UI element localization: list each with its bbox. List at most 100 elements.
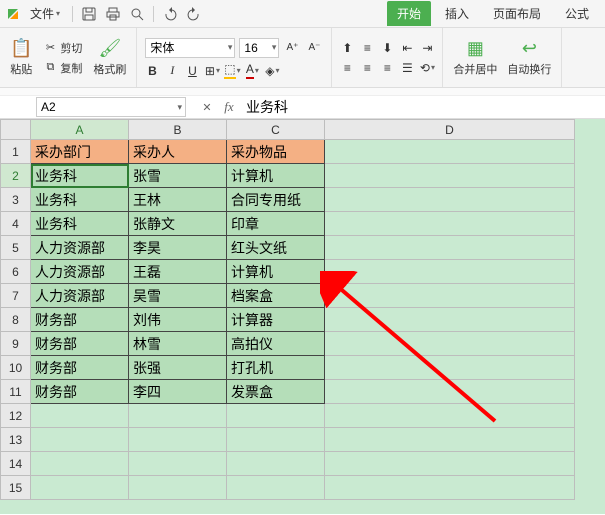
- cell-B4[interactable]: 张静文: [129, 212, 227, 236]
- row-header[interactable]: 6: [1, 260, 31, 284]
- cell-B2[interactable]: 张雪: [129, 164, 227, 188]
- cell-A15[interactable]: [31, 476, 129, 500]
- row-header[interactable]: 11: [1, 380, 31, 404]
- tab-page-layout[interactable]: 页面布局: [483, 1, 551, 26]
- cell-D10[interactable]: [325, 356, 575, 380]
- cell-B15[interactable]: [129, 476, 227, 500]
- cell-B11[interactable]: 李四: [129, 380, 227, 404]
- cell-C4[interactable]: 印章: [227, 212, 325, 236]
- row-header[interactable]: 5: [1, 236, 31, 260]
- cell-A6[interactable]: 人力资源部: [31, 260, 129, 284]
- save-icon[interactable]: [79, 4, 99, 24]
- row-header[interactable]: 8: [1, 308, 31, 332]
- cell-A8[interactable]: 财务部: [31, 308, 129, 332]
- cell-C9[interactable]: 高拍仪: [227, 332, 325, 356]
- tab-insert[interactable]: 插入: [435, 1, 479, 26]
- col-header-D[interactable]: D: [325, 120, 575, 140]
- cell-C2[interactable]: 计算机: [227, 164, 325, 188]
- cut-button[interactable]: ✂剪切: [40, 39, 85, 57]
- cell-C7[interactable]: 档案盒: [227, 284, 325, 308]
- tab-begin[interactable]: 开始: [387, 1, 431, 26]
- font-size-combo[interactable]: 16: [239, 38, 279, 58]
- grid[interactable]: A B C D 1 采办部门 采办人 采办物品 2 业务科 张雪 计算机 3 业…: [0, 119, 575, 500]
- cell-A10[interactable]: 财务部: [31, 356, 129, 380]
- cell-A5[interactable]: 人力资源部: [31, 236, 129, 260]
- cell-B14[interactable]: [129, 452, 227, 476]
- orientation-icon[interactable]: ⟲: [418, 59, 436, 77]
- cancel-formula-icon[interactable]: ✕: [196, 101, 218, 114]
- cell-D15[interactable]: [325, 476, 575, 500]
- indent-right-icon[interactable]: ⇥: [418, 39, 436, 57]
- cell-A4[interactable]: 业务科: [31, 212, 129, 236]
- undo-icon[interactable]: [160, 4, 180, 24]
- border-button[interactable]: ⊞: [203, 62, 221, 80]
- app-menu-icon[interactable]: [6, 7, 20, 21]
- cell-D5[interactable]: [325, 236, 575, 260]
- cell-A13[interactable]: [31, 428, 129, 452]
- cell-D13[interactable]: [325, 428, 575, 452]
- row-header[interactable]: 4: [1, 212, 31, 236]
- col-header-C[interactable]: C: [227, 120, 325, 140]
- cell-B7[interactable]: 吴雪: [129, 284, 227, 308]
- row-header[interactable]: 9: [1, 332, 31, 356]
- cell-C13[interactable]: [227, 428, 325, 452]
- select-all-corner[interactable]: [1, 120, 31, 140]
- cell-C11[interactable]: 发票盒: [227, 380, 325, 404]
- align-right-icon[interactable]: ≡: [378, 59, 396, 77]
- cell-D9[interactable]: [325, 332, 575, 356]
- cell-D11[interactable]: [325, 380, 575, 404]
- tab-formulas[interactable]: 公式: [555, 1, 599, 26]
- font-color-button[interactable]: A: [243, 62, 261, 80]
- bold-button[interactable]: B: [143, 62, 161, 80]
- row-header[interactable]: 3: [1, 188, 31, 212]
- cell-B5[interactable]: 李昊: [129, 236, 227, 260]
- wrap-text-button[interactable]: ↩ 自动换行: [503, 31, 555, 85]
- row-header[interactable]: 12: [1, 404, 31, 428]
- fx-icon[interactable]: fx: [218, 99, 240, 115]
- cell-A7[interactable]: 人力资源部: [31, 284, 129, 308]
- cell-A1[interactable]: 采办部门: [31, 140, 129, 164]
- cell-C5[interactable]: 红头文纸: [227, 236, 325, 260]
- cell-D1[interactable]: [325, 140, 575, 164]
- cell-A11[interactable]: 财务部: [31, 380, 129, 404]
- cell-D14[interactable]: [325, 452, 575, 476]
- paste-button[interactable]: 📋 粘贴: [6, 31, 36, 85]
- formula-input[interactable]: 业务科: [240, 97, 605, 117]
- row-header[interactable]: 7: [1, 284, 31, 308]
- row-header[interactable]: 10: [1, 356, 31, 380]
- cell-B10[interactable]: 张强: [129, 356, 227, 380]
- fill-color-button[interactable]: ⬚: [223, 62, 241, 80]
- cell-D2[interactable]: [325, 164, 575, 188]
- merge-center-button[interactable]: ▦ 合并居中: [449, 31, 501, 85]
- cell-C6[interactable]: 计算机: [227, 260, 325, 284]
- cell-A14[interactable]: [31, 452, 129, 476]
- format-painter-button[interactable]: 🖌 格式刷: [89, 31, 130, 85]
- cell-B1[interactable]: 采办人: [129, 140, 227, 164]
- cell-C12[interactable]: [227, 404, 325, 428]
- align-middle-icon[interactable]: ≡: [358, 39, 376, 57]
- cell-A12[interactable]: [31, 404, 129, 428]
- underline-button[interactable]: U: [183, 62, 201, 80]
- cell-D7[interactable]: [325, 284, 575, 308]
- row-header[interactable]: 13: [1, 428, 31, 452]
- cell-B6[interactable]: 王磊: [129, 260, 227, 284]
- cell-A3[interactable]: 业务科: [31, 188, 129, 212]
- cell-C10[interactable]: 打孔机: [227, 356, 325, 380]
- print-icon[interactable]: [103, 4, 123, 24]
- cell-D3[interactable]: [325, 188, 575, 212]
- cell-D4[interactable]: [325, 212, 575, 236]
- align-left-icon[interactable]: ≡: [338, 59, 356, 77]
- increase-font-icon[interactable]: A⁺: [283, 39, 301, 57]
- row-header[interactable]: 15: [1, 476, 31, 500]
- cell-B3[interactable]: 王林: [129, 188, 227, 212]
- cell-A2[interactable]: 业务科: [31, 164, 129, 188]
- col-header-B[interactable]: B: [129, 120, 227, 140]
- redo-icon[interactable]: [184, 4, 204, 24]
- cell-C3[interactable]: 合同专用纸: [227, 188, 325, 212]
- distribute-icon[interactable]: ☰: [398, 59, 416, 77]
- row-header[interactable]: 1: [1, 140, 31, 164]
- cell-D12[interactable]: [325, 404, 575, 428]
- cell-A9[interactable]: 财务部: [31, 332, 129, 356]
- indent-left-icon[interactable]: ⇤: [398, 39, 416, 57]
- effects-button[interactable]: ◈: [263, 62, 281, 80]
